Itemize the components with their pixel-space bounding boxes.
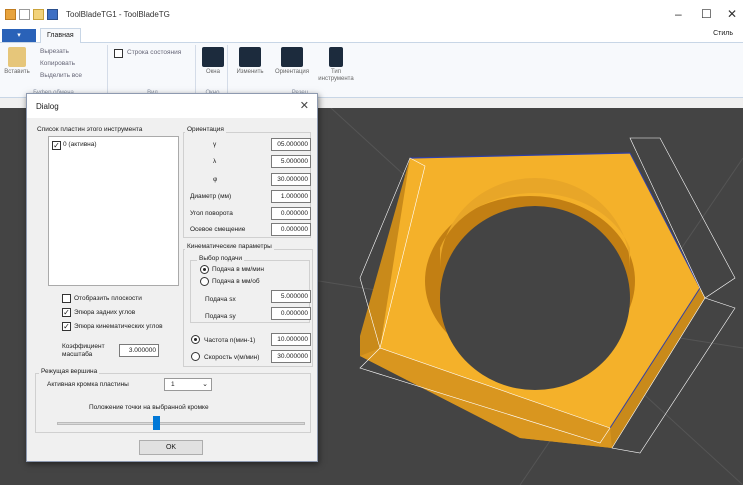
app-icon[interactable] <box>5 8 16 20</box>
feed-sx-field[interactable]: 5.000000 <box>271 290 311 303</box>
feed-sy-field[interactable]: 0.000000 <box>271 307 311 320</box>
phi-label: φ <box>213 176 218 183</box>
feed-mm-min-label: Подача в мм/мин <box>212 266 264 273</box>
open-folder-icon[interactable] <box>33 8 44 20</box>
copy-button[interactable]: Копировать <box>40 60 75 67</box>
point-position-slider-thumb[interactable] <box>153 416 160 430</box>
orientation-header: Ориентация <box>185 126 226 133</box>
dialog: Dialog ✕ Список пластин этого инструмент… <box>26 93 318 462</box>
gamma-field[interactable]: 05.000000 <box>271 138 311 151</box>
scale-label-2: масштаба <box>62 351 93 358</box>
active-edge-select[interactable]: 1 ⌄ <box>164 378 212 391</box>
point-position-slider-track[interactable] <box>57 422 305 425</box>
gamma-label: γ <box>213 141 217 148</box>
blade-hole <box>440 206 630 390</box>
tool-type-label-1: Тип <box>330 69 341 75</box>
tab-home[interactable]: Главная <box>40 28 81 43</box>
minimize-button[interactable]: – <box>675 7 682 21</box>
show-planes-label: Отобразить плоскости <box>74 295 142 302</box>
view-group: Строка состояния Вид <box>110 45 196 96</box>
axial-offset-label: Осевое смещение <box>190 226 246 233</box>
style-menu[interactable]: Стиль <box>713 30 733 37</box>
point-position-label: Положение точки на выбранной кромке <box>89 404 209 411</box>
tool-type-icon <box>329 47 343 67</box>
window-title: ToolBladeTG1 - ToolBladeTG <box>66 9 170 19</box>
scale-label-1: Коэффициент <box>62 343 105 350</box>
phi-field[interactable]: 30.000000 <box>271 173 311 186</box>
tool-type-label-2: инструмента <box>318 76 354 82</box>
axial-offset-field[interactable]: 0.000000 <box>271 223 311 236</box>
kinematic-angles-checkbox[interactable]: ✓ <box>62 322 71 331</box>
cutter-group: Изменить Ориентация Тип инструмента Резе… <box>230 45 370 96</box>
scale-field[interactable]: 3.000000 <box>119 344 159 357</box>
rear-angles-checkbox[interactable]: ✓ <box>62 308 71 317</box>
lambda-field[interactable]: 5.000000 <box>271 155 311 168</box>
feed-sy-label: Подача sy <box>205 313 236 320</box>
windows-icon <box>202 47 224 67</box>
dialog-title: Dialog <box>36 102 59 111</box>
rotation-label: Угол поворота <box>190 210 233 217</box>
paste-icon <box>8 47 26 67</box>
kinematic-angles-label: Эпюра кинематических углов <box>74 323 163 330</box>
title-bar: ToolBladeTG1 - ToolBladeTG – ☐ ✕ <box>0 0 743 28</box>
save-icon[interactable] <box>47 8 58 20</box>
paste-label: Вставить <box>4 69 30 75</box>
tool-type-button[interactable]: Тип инструмента <box>316 47 356 83</box>
frequency-field[interactable]: 10.000000 <box>271 333 311 346</box>
clipboard-group: Вставить Вырезать Копировать Выделить вс… <box>0 45 108 96</box>
feed-mm-rev-label: Подача в мм/об <box>212 278 260 285</box>
diameter-label: Диаметр (мм) <box>190 193 232 200</box>
status-bar-checkbox[interactable] <box>114 49 123 58</box>
change-icon <box>239 47 261 67</box>
dialog-title-bar: Dialog ✕ <box>27 94 317 118</box>
status-bar-label: Строка состояния <box>127 49 182 56</box>
ribbon-tabs: ▾ Главная Стиль <box>0 28 743 43</box>
feed-choice-header: Выбор подачи <box>197 255 245 262</box>
windows-label: Окна <box>206 69 220 75</box>
app-menu-button[interactable]: ▾ <box>2 29 36 42</box>
paste-button[interactable]: Вставить <box>3 47 31 76</box>
window-group: Окна Окно <box>198 45 228 96</box>
feed-mm-min-radio[interactable] <box>200 265 209 274</box>
speed-radio[interactable] <box>191 352 200 361</box>
chevron-down-icon: ⌄ <box>202 381 208 388</box>
rear-angles-label: Эпюра задних углов <box>74 309 136 316</box>
feed-mm-rev-radio[interactable] <box>200 277 209 286</box>
speed-label: Скорость v(м/мин) <box>204 354 260 361</box>
change-label: Изменить <box>236 69 264 75</box>
cut-button[interactable]: Вырезать <box>40 48 69 55</box>
dialog-close-button[interactable]: ✕ <box>300 99 309 112</box>
ok-button[interactable]: OK <box>139 440 203 455</box>
maximize-button[interactable]: ☐ <box>701 7 712 21</box>
plates-list-header: Список пластин этого инструмента <box>37 126 143 133</box>
orientation-button[interactable]: Ориентация <box>272 47 312 76</box>
plate-checkbox[interactable]: ✓ <box>52 141 61 150</box>
speed-field[interactable]: 30.000000 <box>271 350 311 363</box>
diameter-field[interactable]: 1.000000 <box>271 190 311 203</box>
kinematic-header: Кинематические параметры <box>185 243 274 250</box>
windows-button[interactable]: Окна <box>200 47 226 76</box>
orientation-label: Ориентация <box>274 69 310 75</box>
close-button[interactable]: ✕ <box>727 7 737 21</box>
active-edge-label: Активная кромка пластины <box>47 381 129 388</box>
lambda-label: λ <box>213 158 217 165</box>
rotation-field[interactable]: 0.000000 <box>271 207 311 220</box>
frequency-label: Частота n(мин-1) <box>204 337 256 344</box>
cutting-vertex-header: Режущая вершина <box>39 368 100 375</box>
plate-item-label[interactable]: 0 (активна) <box>63 141 97 148</box>
show-planes-checkbox[interactable] <box>62 294 71 303</box>
select-all-button[interactable]: Выделить все <box>40 72 82 79</box>
orientation-icon <box>281 47 303 67</box>
new-file-icon[interactable] <box>19 8 30 20</box>
feed-sx-label: Подача sx <box>205 296 236 303</box>
quick-access-toolbar <box>0 8 58 20</box>
change-button[interactable]: Изменить <box>232 47 268 76</box>
active-edge-value: 1 <box>171 381 175 388</box>
ribbon: Вставить Вырезать Копировать Выделить вс… <box>0 43 743 98</box>
frequency-radio[interactable] <box>191 335 200 344</box>
plates-list[interactable]: ✓ 0 (активна) <box>48 136 179 286</box>
